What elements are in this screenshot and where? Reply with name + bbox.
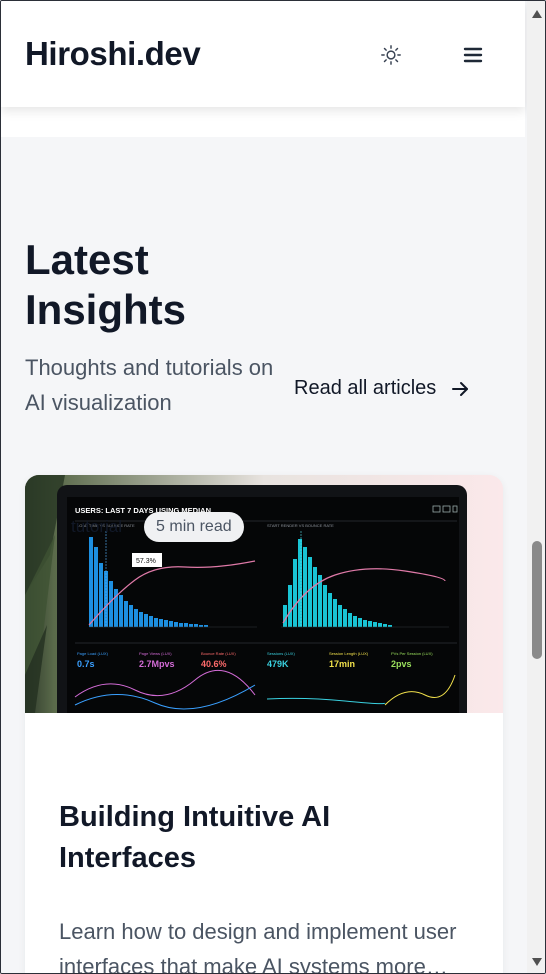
article-excerpt: Learn how to design and implement user i… [59, 919, 457, 974]
article-tags: tutorial 5 min read [59, 511, 244, 543]
metric-value: 0.7s [77, 659, 95, 669]
section-subtitle: Thoughts and tutorials on AI visualizati… [25, 355, 274, 415]
article-title[interactable]: Building Intuitive AI Interfaces [59, 797, 469, 879]
metric-value: 17min [329, 659, 355, 669]
metric-value: 2pvs [391, 659, 412, 669]
read-all-label: Read all articles [294, 377, 437, 399]
metric-value: 479K [267, 659, 289, 669]
metric-label: PVs Per Session (LUX) [391, 651, 433, 656]
section-title: Latest Insights [25, 236, 187, 333]
scroll-up-arrow-icon[interactable] [530, 7, 544, 21]
browser-viewport: Hiroshi.dev Latest Insights Thoughts and… [0, 0, 546, 974]
metric-label: Page Load (LUX) [77, 651, 109, 656]
metric-label: Session Length (LUX) [329, 651, 369, 656]
metric-value: 2.7Mpvs [139, 659, 175, 669]
panel-right-label: START RENDER VS BOUNCE RATE [267, 523, 334, 528]
article-card[interactable]: USERS: LAST 7 DAYS USING MEDIAN LOAD TIM… [25, 475, 503, 974]
metric-label: Bounce Rate (LUX) [201, 651, 236, 656]
read-all-articles-link[interactable]: Read all articles [294, 377, 470, 400]
scrollbar-thumb[interactable] [532, 541, 542, 659]
sun-icon [381, 45, 401, 65]
menu-button[interactable] [456, 38, 490, 72]
callout-value: 57.3% [136, 558, 156, 565]
vertical-scrollbar[interactable] [527, 1, 545, 973]
metric-label: Sessions (LUX) [267, 651, 295, 656]
header-spacer [1, 107, 525, 137]
scroll-down-arrow-icon[interactable] [530, 955, 544, 969]
insights-section: Latest Insights Thoughts and tutorials o… [1, 137, 525, 974]
arrow-right-icon [452, 381, 469, 396]
metric-value: 40.6% [201, 659, 227, 669]
site-header: Hiroshi.dev [1, 1, 525, 107]
hamburger-menu-icon [463, 47, 483, 63]
metric-label: Page Views (LUX) [139, 651, 172, 656]
site-logo-text[interactable]: Hiroshi.dev [25, 35, 201, 73]
read-time-badge: 5 min read [144, 512, 244, 542]
category-tag[interactable]: tutorial [59, 511, 134, 543]
theme-toggle-button[interactable] [374, 38, 408, 72]
